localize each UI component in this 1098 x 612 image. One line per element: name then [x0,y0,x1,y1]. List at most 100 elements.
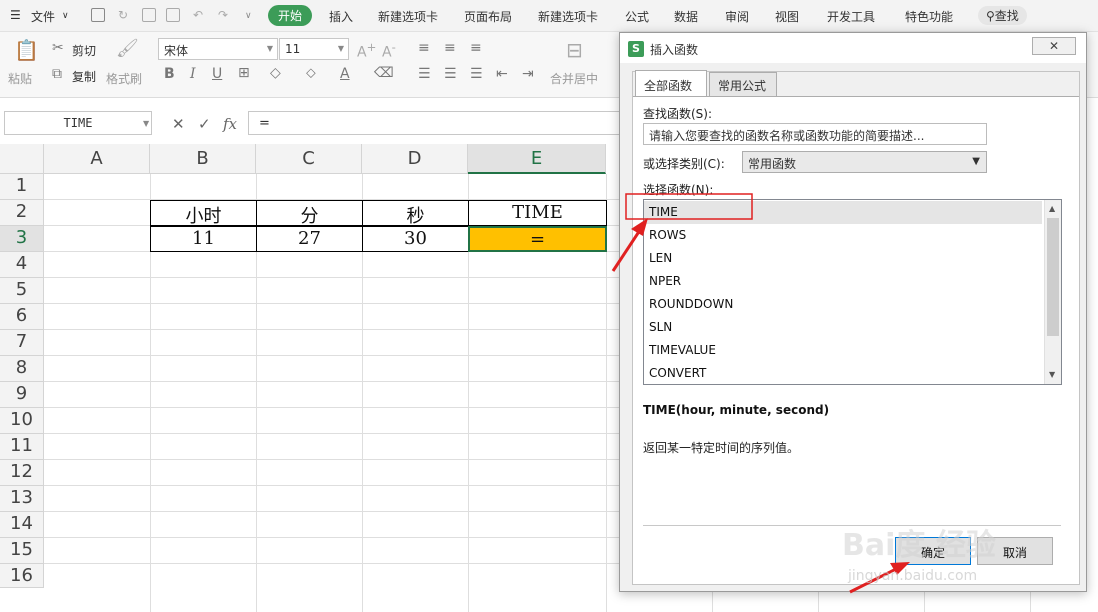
close-button[interactable]: ✕ [1032,37,1076,55]
col-header-c[interactable]: C [256,144,362,174]
tab-formulas[interactable]: 公式 [625,8,649,25]
row-header[interactable]: 3 [0,226,44,252]
row-header[interactable]: 4 [0,252,44,278]
cancel-icon[interactable]: ✕ [172,115,185,133]
row-header[interactable]: 12 [0,460,44,486]
row-header[interactable]: 13 [0,486,44,512]
autosave-icon[interactable]: ↻ [118,8,128,22]
bold-icon[interactable]: B [164,66,175,82]
col-header-d[interactable]: D [362,144,468,174]
font-size-select[interactable]: 11 ▼ [279,38,349,60]
print-icon[interactable] [142,8,156,22]
cell-e2[interactable]: TIME [468,200,607,226]
function-item[interactable]: SLN [644,316,1042,339]
search-button[interactable]: ⚲查找 [978,6,1027,25]
cell-d2[interactable]: 秒 [362,200,469,227]
paste-button[interactable]: 粘贴 [8,70,32,87]
font-name-select[interactable]: 宋体 ▼ [158,38,278,60]
scroll-up-icon[interactable]: ▲ [1049,204,1055,213]
font-color-icon[interactable]: A [340,66,350,82]
italic-icon[interactable]: I [190,66,196,82]
function-item[interactable]: TIMEVALUE [644,339,1042,362]
tab-new-2[interactable]: 新建选项卡 [538,8,598,25]
row-header[interactable]: 7 [0,330,44,356]
namebox-chevron-icon[interactable]: ▼ [143,119,149,128]
insert-function-icon[interactable]: fx [223,115,237,133]
cell-c3[interactable]: 27 [256,226,363,252]
row-header[interactable]: 15 [0,538,44,564]
tab-insert[interactable]: 插入 [329,8,353,25]
tab-review[interactable]: 审阅 [725,8,749,25]
dialog-titlebar[interactable]: S 插入函数 ✕ [620,33,1086,63]
function-search-input[interactable]: 请输入您要查找的函数名称或函数功能的简要描述... [643,123,987,145]
function-item[interactable]: ROWS [644,224,1042,247]
tab-data[interactable]: 数据 [674,8,698,25]
scroll-down-icon[interactable]: ▼ [1049,370,1055,379]
underline-icon[interactable]: U [212,66,222,82]
tab-new-1[interactable]: 新建选项卡 [378,8,438,25]
tab-page-layout[interactable]: 页面布局 [464,8,512,25]
row-header[interactable]: 11 [0,434,44,460]
row-header[interactable]: 5 [0,278,44,304]
indent-increase-icon[interactable]: ⇥ [522,66,534,82]
row-header[interactable]: 2 [0,200,44,226]
chevron-down-icon[interactable]: ∨ [62,11,69,21]
copy-icon[interactable]: ⧉ [52,66,62,82]
redo-icon[interactable]: ↷ [218,8,228,22]
copy-button[interactable]: 复制 [72,68,96,85]
border-icon[interactable]: ⊞ [238,65,250,81]
tab-special[interactable]: 特色功能 [905,8,953,25]
align-middle-icon[interactable]: ≡ [444,40,456,56]
shrink-font-icon[interactable]: A- [382,40,396,61]
function-list[interactable]: TIME ROWS LEN NPER ROUNDDOWN SLN TIMEVAL… [643,199,1062,385]
col-header-b[interactable]: B [150,144,256,174]
function-item[interactable]: ROUNDDOWN [644,293,1042,316]
save-icon[interactable] [91,8,105,22]
ok-button[interactable]: 确定 [895,537,971,565]
tab-developer[interactable]: 开发工具 [827,8,875,25]
merge-icon[interactable]: ⊟ [566,38,583,62]
row-header[interactable]: 16 [0,564,44,588]
cell-b3[interactable]: 11 [150,226,257,252]
cell-e3-active[interactable]: = [468,226,607,252]
merge-center-button[interactable]: 合并居中 [550,70,598,87]
function-item-selected[interactable]: TIME [644,201,1042,224]
cell-c2[interactable]: 分 [256,200,363,227]
col-header-a[interactable]: A [44,144,150,174]
cut-button[interactable]: 剪切 [72,42,96,59]
function-item[interactable]: NPER [644,270,1042,293]
align-center-icon[interactable]: ☰ [444,66,457,82]
list-scrollbar[interactable]: ▲ ▼ [1044,200,1061,384]
brush-icon[interactable]: 🖌 [116,38,139,59]
row-header[interactable]: 14 [0,512,44,538]
indent-decrease-icon[interactable]: ⇤ [496,66,508,82]
print-preview-icon[interactable] [166,8,180,22]
enter-icon[interactable]: ✓ [198,115,211,133]
align-right-icon[interactable]: ☰ [470,66,483,82]
cancel-button[interactable]: 取消 [977,537,1053,565]
scissors-icon[interactable]: ✂ [52,40,64,56]
row-header[interactable]: 1 [0,174,44,200]
align-left-icon[interactable]: ☰ [418,66,431,82]
align-top-icon[interactable]: ≡ [418,40,430,56]
grow-font-icon[interactable]: A+ [357,40,376,61]
highlight-icon[interactable]: ⬦ [306,65,316,81]
eraser-icon[interactable]: ⌫ [374,65,394,81]
cell-d3[interactable]: 30 [362,226,469,252]
function-item[interactable]: CONVERT [644,362,1042,384]
col-header-e[interactable]: E [468,144,606,174]
align-bottom-icon[interactable]: ≡ [470,40,482,56]
customize-chevron-icon[interactable]: ∨ [245,11,252,21]
fill-color-icon[interactable]: ◇ [270,65,281,81]
cell-b2[interactable]: 小时 [150,200,257,227]
tab-all-functions[interactable]: 全部函数 [635,70,707,96]
name-box[interactable]: TIME [4,111,152,135]
row-header[interactable]: 9 [0,382,44,408]
format-painter-button[interactable]: 格式刷 [106,70,142,87]
undo-icon[interactable]: ↶ [193,8,203,22]
tab-home[interactable]: 开始 [268,5,313,26]
scrollbar-thumb[interactable] [1047,218,1059,336]
menu-file[interactable]: 文件 [31,8,55,25]
row-header[interactable]: 6 [0,304,44,330]
row-header[interactable]: 10 [0,408,44,434]
